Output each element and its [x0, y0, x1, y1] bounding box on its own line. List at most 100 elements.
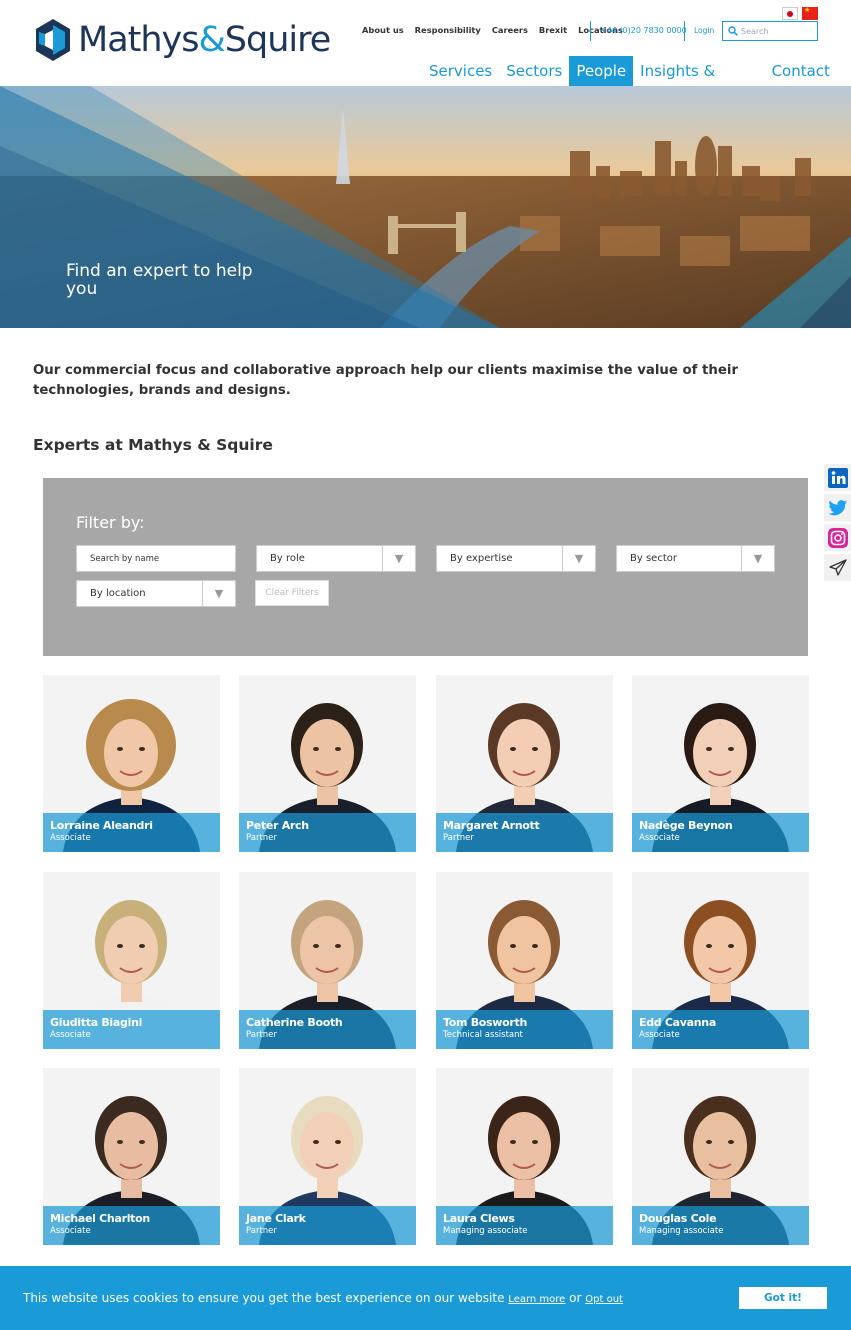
person-role: Associate	[50, 833, 91, 843]
location-select-value: By location	[90, 588, 146, 599]
hero-title: Find an expert to help you	[66, 261, 253, 299]
person-name: Michael Charlton	[50, 1212, 150, 1225]
opt-out-link[interactable]: Opt out	[585, 1294, 623, 1305]
person-info: Nadège Beynon Associate	[632, 813, 809, 852]
person-name: Margaret Arnott	[443, 819, 540, 832]
toplink-responsibility[interactable]: Responsibility	[415, 25, 481, 35]
person-name: Lorraine Aleandri	[50, 819, 153, 832]
person-info: Giuditta Biagini Associate	[43, 1010, 220, 1049]
person-role: Managing associate	[443, 1226, 528, 1236]
chevron-down-icon: ▼	[202, 581, 235, 606]
toplink-careers[interactable]: Careers	[492, 25, 528, 35]
person-name: Peter Arch	[246, 819, 309, 832]
person-info: Jane Clark Partner	[239, 1206, 416, 1245]
intro-text: Our commercial focus and collaborative a…	[33, 363, 739, 398]
learn-more-link[interactable]: Learn more	[508, 1294, 565, 1305]
person-role: Partner	[246, 1226, 277, 1236]
person-card[interactable]: Nadège Beynon Associate	[632, 675, 809, 852]
hero-banner: Find an expert to help you	[0, 86, 851, 328]
search-by-name-input[interactable]: Search by name	[76, 545, 236, 572]
language-flags	[782, 6, 818, 20]
person-card[interactable]: Margaret Arnott Partner	[436, 675, 613, 852]
person-role: Associate	[50, 1030, 91, 1040]
person-name: Edd Cavanna	[639, 1016, 716, 1029]
clear-filters-button[interactable]: Clear Filters	[255, 580, 329, 606]
nav-sectors[interactable]: Sectors	[499, 56, 569, 86]
sector-select[interactable]: By sector ▼	[616, 545, 775, 572]
login-link[interactable]: Login	[694, 26, 714, 35]
search-box[interactable]	[722, 21, 818, 41]
person-role: Associate	[639, 833, 680, 843]
person-info: Lorraine Aleandri Associate	[43, 813, 220, 852]
person-name: Catherine Booth	[246, 1016, 343, 1029]
divider	[684, 21, 685, 41]
person-role: Managing associate	[639, 1226, 724, 1236]
person-role: Partner	[246, 833, 277, 843]
person-card[interactable]: Laura Clews Managing associate	[436, 1068, 613, 1245]
nav-contact-us[interactable]: Contact us	[765, 56, 851, 110]
person-card[interactable]: Lorraine Aleandri Associate	[43, 675, 220, 852]
expertise-select-value: By expertise	[450, 553, 513, 564]
person-name: Jane Clark	[246, 1212, 306, 1225]
person-role: Partner	[246, 1030, 277, 1040]
person-name: Nadège Beynon	[639, 819, 733, 832]
send-icon[interactable]	[824, 554, 851, 581]
person-info: Michael Charlton Associate	[43, 1206, 220, 1245]
instagram-icon[interactable]	[824, 524, 851, 551]
person-role: Associate	[50, 1226, 91, 1236]
twitter-icon[interactable]	[824, 494, 851, 521]
person-card[interactable]: Edd Cavanna Associate	[632, 872, 809, 1049]
location-select[interactable]: By location ▼	[76, 580, 236, 607]
toplink-about[interactable]: About us	[362, 25, 404, 35]
person-role: Partner	[443, 833, 474, 843]
nav-insights-events[interactable]: Insights & events	[633, 56, 764, 110]
chevron-down-icon: ▼	[562, 546, 595, 571]
sector-select-value: By sector	[630, 553, 677, 564]
logo-mark-icon	[36, 19, 70, 61]
person-role: Associate	[639, 1030, 680, 1040]
cookie-or: or	[569, 1291, 582, 1305]
filter-title: Filter by:	[76, 513, 145, 532]
main-nav: Services Sectors People Insights & event…	[422, 56, 851, 110]
person-card[interactable]: Catherine Booth Partner	[239, 872, 416, 1049]
person-info: Tom Bosworth Technical assistant	[436, 1010, 613, 1049]
person-name: Laura Clews	[443, 1212, 515, 1225]
person-card[interactable]: Michael Charlton Associate	[43, 1068, 220, 1245]
person-card[interactable]: Douglas Cole Managing associate	[632, 1068, 809, 1245]
filter-panel: Filter by: Search by name By role ▼ By e…	[43, 478, 808, 656]
search-icon	[728, 26, 738, 36]
site-header: Mathys&Squire About us Responsibility Ca…	[0, 0, 851, 110]
got-it-button[interactable]: Got it!	[739, 1287, 827, 1309]
phone-number[interactable]: +44 (0)20 7830 0000	[600, 26, 687, 35]
toplink-brexit[interactable]: Brexit	[539, 25, 567, 35]
japan-flag-icon[interactable]	[782, 7, 798, 20]
person-info: Margaret Arnott Partner	[436, 813, 613, 852]
logo-text: Mathys&Squire	[78, 20, 331, 60]
role-select-value: By role	[270, 553, 305, 564]
expertise-select[interactable]: By expertise ▼	[436, 545, 596, 572]
china-flag-icon[interactable]	[802, 6, 818, 20]
person-info: Peter Arch Partner	[239, 813, 416, 852]
nav-people[interactable]: People	[569, 56, 634, 86]
person-card[interactable]: Peter Arch Partner	[239, 675, 416, 852]
linkedin-icon[interactable]	[824, 464, 851, 491]
nav-services[interactable]: Services	[422, 56, 499, 86]
person-info: Catherine Booth Partner	[239, 1010, 416, 1049]
logo[interactable]: Mathys&Squire	[36, 19, 331, 61]
person-name: Tom Bosworth	[443, 1016, 528, 1029]
top-links: About us Responsibility Careers Brexit L…	[362, 25, 623, 35]
cookie-message: This website uses cookies to ensure you …	[23, 1291, 623, 1305]
person-card[interactable]: Giuditta Biagini Associate	[43, 872, 220, 1049]
divider	[590, 21, 591, 41]
chevron-down-icon: ▼	[382, 546, 415, 571]
person-name: Douglas Cole	[639, 1212, 717, 1225]
person-info: Edd Cavanna Associate	[632, 1010, 809, 1049]
person-role: Technical assistant	[443, 1030, 523, 1040]
search-input[interactable]	[741, 26, 811, 36]
role-select[interactable]: By role ▼	[256, 545, 416, 572]
cookie-banner: This website uses cookies to ensure you …	[0, 1266, 851, 1330]
cookie-text: This website uses cookies to ensure you …	[23, 1291, 505, 1305]
person-card[interactable]: Jane Clark Partner	[239, 1068, 416, 1245]
person-card[interactable]: Tom Bosworth Technical assistant	[436, 872, 613, 1049]
person-name: Giuditta Biagini	[50, 1016, 143, 1029]
